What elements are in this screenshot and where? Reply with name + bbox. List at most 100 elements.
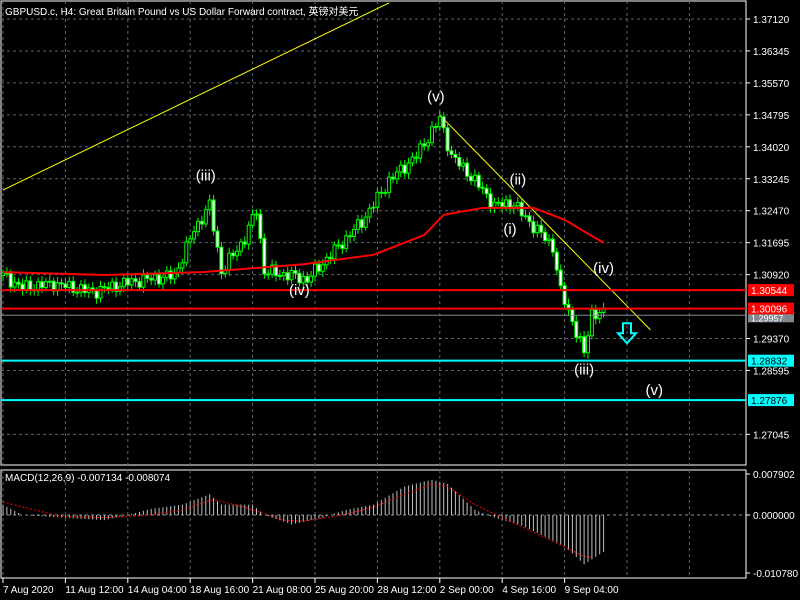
candle-bull bbox=[43, 281, 48, 289]
candle-bear bbox=[340, 244, 345, 249]
candle-bear bbox=[480, 186, 485, 189]
wave-label: (ii) bbox=[509, 172, 526, 189]
price-chart[interactable]: 1.37120 1.36345 1.35570 1.34795 1.34020 1.332… bbox=[0, 0, 800, 600]
candle-bear bbox=[593, 309, 598, 320]
candle-bull bbox=[344, 235, 349, 249]
price-tick-label: 1.33245 bbox=[753, 175, 790, 186]
candle-bull bbox=[433, 126, 438, 129]
candle-bull bbox=[238, 241, 243, 252]
candle-bear bbox=[496, 201, 501, 204]
candle-bear bbox=[402, 164, 407, 174]
wave-label: (i) bbox=[503, 221, 516, 238]
price-tick-label: 1.27045 bbox=[753, 430, 790, 441]
candle-bear bbox=[8, 272, 13, 288]
time-label: 7 Aug 2020 bbox=[3, 585, 54, 596]
price-tick-label: 1.34795 bbox=[753, 111, 790, 122]
candle-bull bbox=[129, 278, 134, 286]
candle-bull bbox=[472, 174, 477, 182]
candle-bear bbox=[449, 150, 454, 155]
candle-bear bbox=[519, 201, 524, 217]
time-label: 28 Aug 12:00 bbox=[377, 585, 436, 596]
wave-label: (v) bbox=[427, 88, 445, 105]
candle-bull bbox=[235, 250, 239, 257]
candle-bull bbox=[192, 231, 197, 240]
candle-bull bbox=[375, 191, 380, 208]
candle-bull bbox=[47, 280, 52, 283]
time-label: 14 Aug 04:00 bbox=[128, 585, 187, 596]
candle-bear bbox=[82, 284, 87, 293]
price-tick-label: 1.37120 bbox=[753, 15, 790, 26]
candle-bull bbox=[75, 291, 80, 294]
candle-bull bbox=[437, 116, 442, 128]
candle-bear bbox=[63, 283, 68, 289]
candle-bull bbox=[98, 285, 103, 299]
candle-bear bbox=[106, 286, 111, 290]
candle-bull bbox=[371, 206, 376, 209]
candle-bull bbox=[227, 252, 232, 271]
candle-bull bbox=[398, 164, 403, 173]
candle-bull bbox=[160, 276, 165, 285]
candle-bull bbox=[289, 270, 294, 281]
candle-bear bbox=[40, 281, 44, 289]
price-tick-label: 1.34020 bbox=[753, 143, 790, 154]
time-label: 4 Sep 16:00 bbox=[502, 585, 556, 596]
candle-bear bbox=[336, 244, 341, 247]
candle-bear bbox=[457, 156, 462, 167]
candle-bear bbox=[422, 143, 427, 147]
candle-bull bbox=[313, 263, 317, 277]
moving-average-line bbox=[2, 206, 605, 277]
candle-bear bbox=[476, 174, 481, 188]
candle-bull bbox=[418, 143, 423, 159]
price-tick-label: 1.28595 bbox=[753, 366, 790, 377]
candle-bull bbox=[515, 201, 520, 207]
candle-bull bbox=[547, 238, 551, 242]
price-tick-label: 1.31695 bbox=[753, 239, 790, 250]
wave-label: (iv) bbox=[289, 282, 310, 299]
time-label: 9 Sep 04:00 bbox=[565, 585, 619, 596]
candle-bear bbox=[215, 230, 220, 248]
candle-bear bbox=[125, 277, 130, 286]
candle-bear bbox=[157, 274, 161, 285]
candle-bull bbox=[589, 309, 594, 337]
candle-bear bbox=[359, 219, 364, 228]
candle-bull bbox=[203, 209, 208, 225]
candle-bull bbox=[141, 274, 146, 288]
candle-bear bbox=[20, 283, 25, 291]
candle-bear bbox=[523, 215, 528, 218]
candle-bear bbox=[262, 237, 267, 275]
candle-bear bbox=[500, 201, 505, 207]
candle-bull bbox=[363, 216, 368, 228]
trendline bbox=[2, 2, 390, 191]
candle-bear bbox=[539, 224, 544, 233]
candle-bull bbox=[153, 274, 158, 281]
candle-bull bbox=[207, 199, 212, 211]
candle-bear bbox=[266, 273, 271, 276]
candle-bull bbox=[394, 171, 399, 180]
candle-bull bbox=[196, 220, 200, 233]
candle-bear bbox=[445, 127, 450, 152]
level-price-label: 1.27876 bbox=[751, 396, 788, 407]
macd-tick-label: 0.000000 bbox=[753, 511, 795, 522]
candle-bear bbox=[16, 281, 21, 285]
candle-bull bbox=[535, 224, 540, 234]
candle-bull bbox=[426, 142, 431, 147]
candle-bear bbox=[133, 278, 138, 282]
time-label: 21 Aug 08:00 bbox=[253, 585, 312, 596]
candle-bull bbox=[121, 277, 126, 288]
candle-bear bbox=[453, 153, 458, 158]
macd-pane-border bbox=[0, 469, 747, 579]
candle-bear bbox=[484, 187, 489, 195]
candle-bull bbox=[504, 199, 509, 207]
candle-bull bbox=[586, 335, 590, 354]
candle-bull bbox=[578, 336, 583, 339]
candle-bear bbox=[59, 282, 64, 285]
candle-bear bbox=[293, 270, 298, 274]
candle-bear bbox=[145, 274, 150, 279]
candle-bull bbox=[387, 176, 392, 193]
wave-label: (iii) bbox=[196, 168, 216, 185]
candle-bull bbox=[281, 272, 286, 277]
candle-bull bbox=[320, 264, 325, 272]
candle-bear bbox=[582, 336, 587, 354]
candle-bull bbox=[1, 272, 5, 276]
candle-bear bbox=[137, 280, 142, 288]
